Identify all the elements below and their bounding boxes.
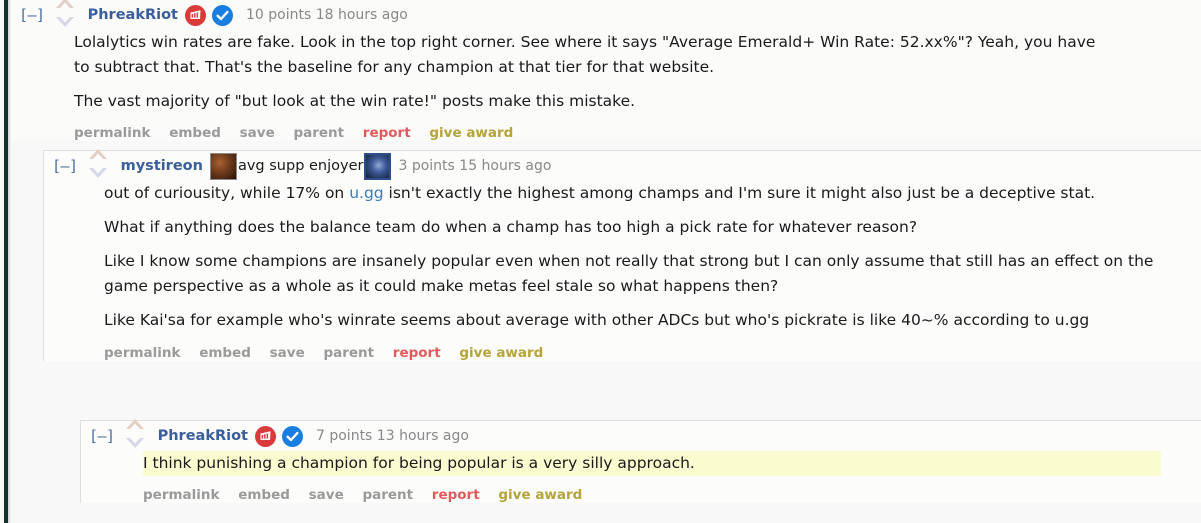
champion-flair-icon-left	[209, 152, 237, 180]
collapse-toggle[interactable]: [–]	[52, 157, 78, 175]
paragraph-text-before: out of curiousity, while 17% on	[104, 184, 350, 202]
comment-author-link[interactable]: PhreakRiot	[158, 428, 248, 444]
save-link[interactable]: save	[240, 125, 275, 141]
comment-header: [–] PhreakRiot	[81, 419, 1201, 451]
comment-paragraph: The vast majority of "but look at the wi…	[74, 92, 636, 111]
comment-header: [–] PhreakRiot	[11, 0, 1201, 30]
comment-paragraph: What if anything does the balance team d…	[104, 218, 918, 237]
vote-arrows	[87, 144, 109, 188]
report-link[interactable]: report	[363, 125, 411, 141]
report-link[interactable]: report	[432, 487, 480, 503]
comment-author-link[interactable]: PhreakRiot	[88, 7, 178, 23]
paragraph-text-after: isn't exactly the highest among champs a…	[383, 184, 1096, 202]
upvote-arrow-icon[interactable]	[124, 416, 146, 432]
parent-link[interactable]: parent	[293, 125, 344, 141]
parent-link[interactable]: parent	[323, 345, 374, 361]
comment-actions: permalink embed save parent report give …	[11, 123, 1201, 141]
comment-level-3: [–] PhreakRiot 7 points 13 hours ago I t…	[80, 419, 1201, 504]
comment-paragraph: I think punishing a champion for being p…	[143, 454, 695, 472]
comment-body: Lolalytics win rates are fake. Look in t…	[11, 30, 1201, 114]
permalink-link[interactable]: permalink	[104, 345, 181, 361]
collapse-toggle[interactable]: [–]	[19, 6, 45, 24]
comment-body: out of curiousity, while 17% on u.gg isn…	[44, 181, 1201, 334]
comment-meta: 3 points 15 hours ago	[398, 158, 552, 174]
embed-link[interactable]: embed	[169, 125, 221, 141]
riot-games-badge-icon	[255, 425, 276, 447]
save-link[interactable]: save	[270, 345, 305, 361]
embed-link[interactable]: embed	[238, 487, 290, 503]
verified-badge-icon	[282, 425, 303, 447]
collapse-toggle[interactable]: [–]	[89, 427, 115, 445]
save-link[interactable]: save	[309, 487, 344, 503]
upvote-arrow-icon[interactable]	[54, 0, 76, 11]
ugg-link[interactable]: u.gg	[349, 184, 383, 202]
comment-meta: 7 points 13 hours ago	[316, 428, 469, 444]
give-award-link[interactable]: give award	[429, 125, 513, 141]
comment-meta: 10 points 18 hours ago	[246, 7, 408, 23]
riot-games-badge-icon	[185, 4, 206, 26]
vote-arrows	[54, 0, 76, 37]
comment-paragraph: Lolalytics win rates are fake. Look in t…	[74, 33, 1096, 77]
user-flair-text: avg supp enjoyer	[237, 158, 364, 174]
comment-paragraph: out of curiousity, while 17% on u.gg isn…	[104, 181, 1161, 206]
give-award-link[interactable]: give award	[498, 487, 582, 503]
comment-actions: permalink embed save parent report give …	[81, 485, 1201, 503]
comment-header: [–] mystireon avg supp enjoyer 3 points …	[44, 149, 1201, 181]
comment-thread-page: [–] PhreakRiot 10 points 18 hours ago Lo…	[0, 0, 1201, 523]
permalink-link[interactable]: permalink	[74, 125, 151, 141]
comment-author-link[interactable]: mystireon	[121, 158, 203, 174]
downvote-arrow-icon[interactable]	[54, 14, 76, 30]
parent-link[interactable]: parent	[362, 487, 413, 503]
report-link[interactable]: report	[393, 345, 441, 361]
comment-level-1: [–] PhreakRiot 10 points 18 hours ago Lo…	[11, 0, 1201, 142]
comment-level-2: [–] mystireon avg supp enjoyer 3 points …	[43, 149, 1201, 361]
upvote-arrow-icon[interactable]	[87, 146, 109, 162]
downvote-arrow-icon[interactable]	[87, 165, 109, 181]
comment-paragraph: Like Kai'sa for example who's winrate se…	[104, 311, 1090, 330]
give-award-link[interactable]: give award	[459, 345, 543, 361]
embed-link[interactable]: embed	[199, 345, 251, 361]
downvote-arrow-icon[interactable]	[124, 435, 146, 451]
permalink-link[interactable]: permalink	[143, 487, 220, 503]
comment-actions: permalink embed save parent report give …	[44, 343, 1201, 361]
comment-body: I think punishing a champion for being p…	[81, 451, 1201, 477]
vote-arrows	[124, 414, 146, 458]
champion-flair-icon-right	[364, 152, 392, 180]
comment-paragraph: Like I know some champions are insanely …	[104, 252, 1154, 296]
highlighted-comment-text: I think punishing a champion for being p…	[143, 451, 1161, 477]
verified-badge-icon	[212, 4, 233, 26]
